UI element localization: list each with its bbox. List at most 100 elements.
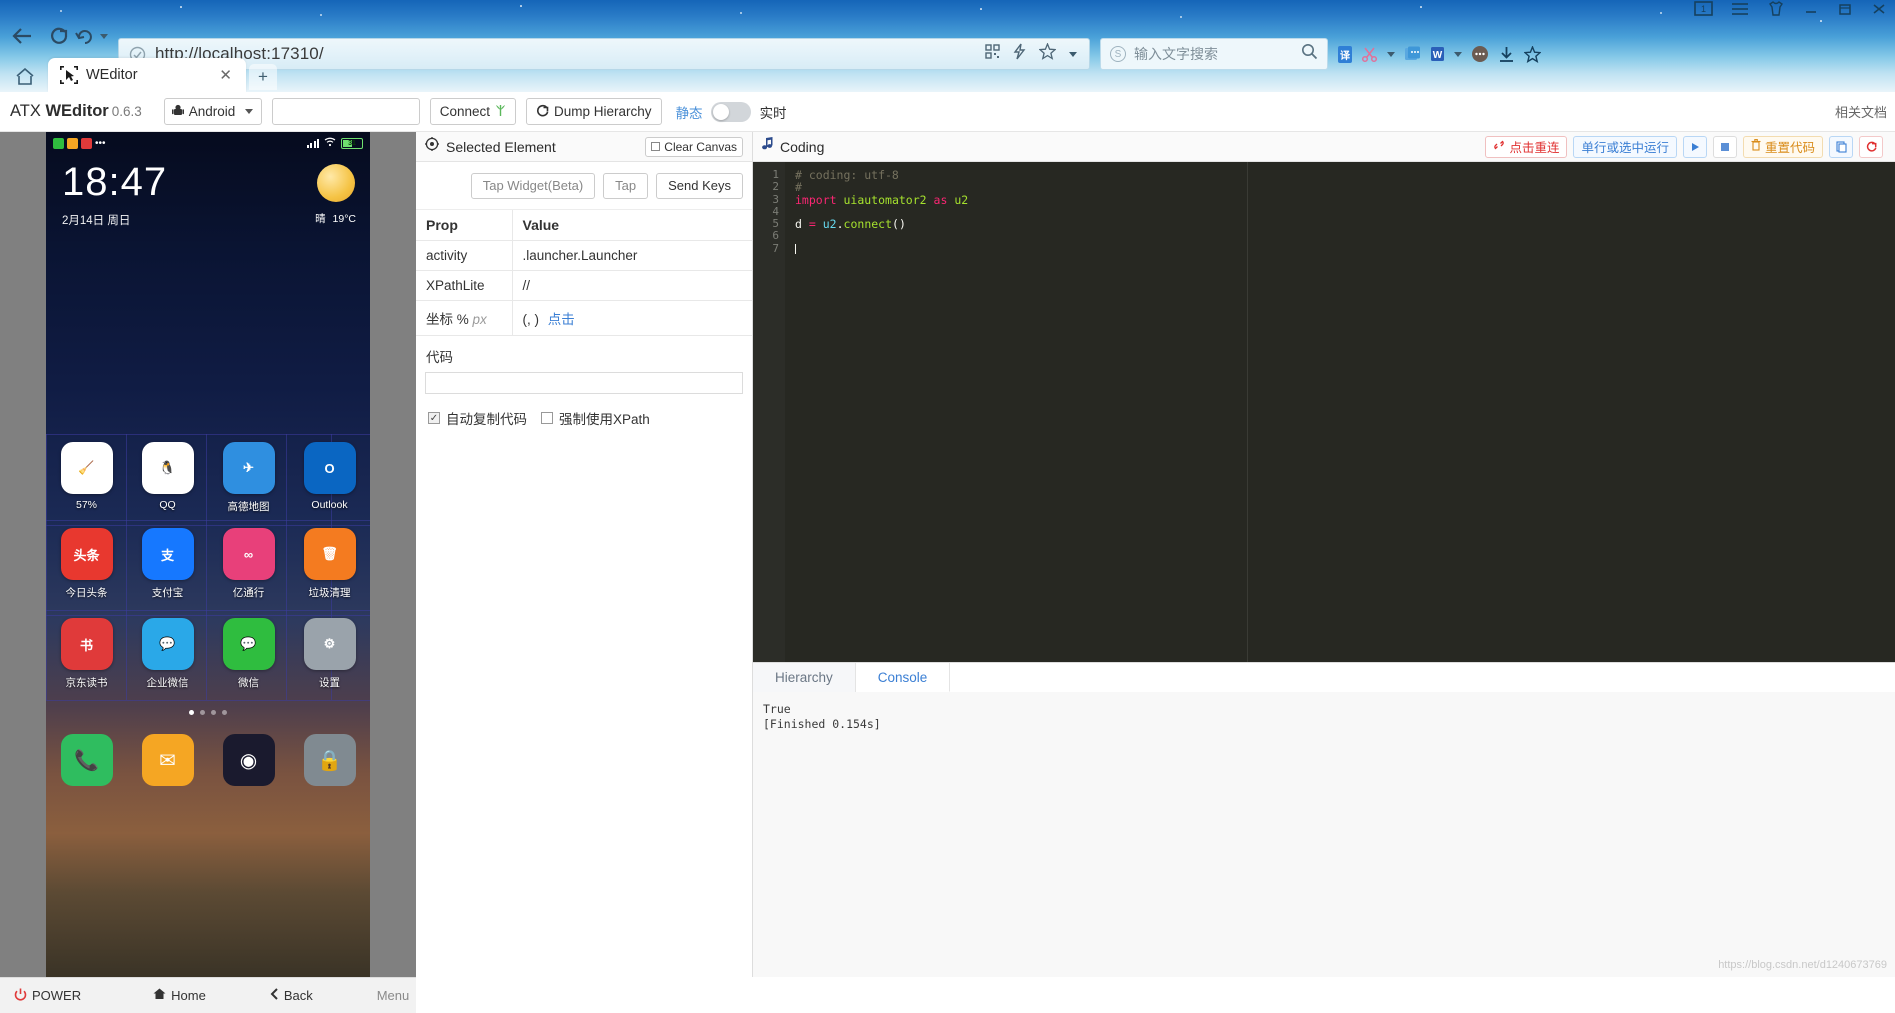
stop-icon[interactable] <box>1713 136 1737 158</box>
app-icon-label: 设置 <box>304 675 356 690</box>
live-mode-toggle[interactable] <box>711 102 751 122</box>
clock-time: 18:47 <box>62 162 167 202</box>
run-selection-button[interactable]: 单行或选中运行 <box>1573 136 1677 158</box>
clear-canvas-button[interactable]: Clear Canvas <box>645 137 743 157</box>
send-keys-button[interactable]: Send Keys <box>656 173 743 199</box>
home-button[interactable]: Home <box>153 988 206 1003</box>
code-line-1: # coding: utf-8 <box>795 168 899 182</box>
app-icon[interactable]: 💬微信 <box>223 618 275 690</box>
auto-copy-label: 自动复制代码 <box>446 408 527 428</box>
docs-link[interactable]: 相关文档 <box>1835 102 1887 121</box>
selection-line <box>46 700 370 701</box>
panel-title: Selected Element <box>446 139 556 155</box>
refresh-icon[interactable] <box>1859 136 1883 158</box>
checkbox-icon <box>651 142 660 151</box>
close-icon[interactable]: ✕ <box>213 66 238 84</box>
generated-code-box[interactable] <box>425 372 743 394</box>
weather-condition: 晴 <box>315 213 326 225</box>
tap-widget-button[interactable]: Tap Widget(Beta) <box>471 173 595 199</box>
app-toolbar: ATX WEditor0.6.3 Android Connect Dump Hi… <box>0 92 1895 132</box>
history-back-button[interactable] <box>74 18 108 54</box>
page-dot <box>200 710 205 715</box>
battery-text: 31 <box>342 140 362 147</box>
app-icon[interactable]: 头条今日头条 <box>61 528 113 600</box>
coding-title: Coding <box>780 139 824 155</box>
connect-button[interactable]: Connect <box>430 98 516 125</box>
messages-icon[interactable]: ✉ <box>142 734 194 786</box>
power-button[interactable]: POWER <box>14 988 81 1004</box>
app-icon[interactable]: OOutlook <box>304 442 356 514</box>
app-icon[interactable]: 支支付宝 <box>142 528 194 600</box>
line-number-gutter: 1234567 <box>753 162 785 662</box>
watermark: https://blog.csdn.net/d1240673769 <box>1718 959 1887 971</box>
code-content[interactable]: # coding: utf-8 # import uiautomator2 as… <box>785 162 1895 662</box>
app-icon-label: 垃圾清理 <box>304 585 356 600</box>
element-action-row: Tap Widget(Beta) Tap Send Keys <box>416 162 752 210</box>
home-icon <box>153 988 166 1003</box>
static-mode-label[interactable]: 静态 <box>676 102 703 122</box>
camera-icon[interactable]: ◉ <box>223 734 275 786</box>
code-editor[interactable]: 1234567 # coding: utf-8 # import uiautom… <box>753 162 1895 662</box>
page-dot <box>222 710 227 715</box>
coords-click-link[interactable]: 点击 <box>548 312 575 327</box>
main-area: ••• 31 18:47 2月14日 周日 <box>0 132 1895 1013</box>
phone-icon[interactable]: 📞 <box>61 734 113 786</box>
serial-input[interactable] <box>272 98 420 125</box>
platform-select[interactable]: Android <box>164 98 262 125</box>
app-row: 头条今日头条支支付宝 ∞亿通行 🗑 垃圾清理 <box>46 528 370 600</box>
app-icon[interactable]: ∞亿通行 <box>223 528 275 600</box>
signal-bars-icon <box>307 138 320 148</box>
new-tab-button[interactable]: + <box>249 64 277 90</box>
menu-button[interactable]: Menu <box>377 988 410 1003</box>
dump-hierarchy-button[interactable]: Dump Hierarchy <box>526 98 662 125</box>
tab-title: WEditor <box>86 67 138 83</box>
app-icon[interactable]: 🗑 垃圾清理 <box>304 528 356 600</box>
app-icon[interactable]: 🧹57% <box>61 442 113 514</box>
tab-console[interactable]: Console <box>856 663 951 692</box>
line-number: 2 <box>753 181 779 193</box>
app-icon-label: 京东读书 <box>61 675 113 690</box>
trash-icon <box>1751 139 1761 154</box>
reload-button[interactable] <box>42 18 76 54</box>
prop-xpathlite-key: XPathLite <box>416 271 512 301</box>
app-icon-label: Outlook <box>304 499 356 511</box>
browser-tab-weditor[interactable]: WEditor ✕ <box>48 58 246 92</box>
navigation-row: http://localhost:17310/ S 输入文字搜索 <box>0 18 1895 54</box>
device-clock: 18:47 2月14日 周日 <box>62 162 167 228</box>
tap-button[interactable]: Tap <box>603 173 648 199</box>
page-dot <box>211 710 216 715</box>
coords-label: 坐标 % <box>426 312 469 327</box>
reset-code-label: 重置代码 <box>1765 137 1815 156</box>
wifi-icon <box>324 134 336 152</box>
code-line-4 <box>795 206 1895 218</box>
force-xpath-checkbox[interactable] <box>541 412 553 424</box>
page-indicator <box>46 710 370 715</box>
home-icon[interactable] <box>12 64 38 90</box>
app-icon-label: 高德地图 <box>223 499 275 514</box>
app-icon[interactable]: 💬企业微信 <box>142 618 194 690</box>
app-icon-label: QQ <box>142 499 194 511</box>
app-icon[interactable]: ⚙设置 <box>304 618 356 690</box>
back-button[interactable] <box>6 18 40 54</box>
device-screen[interactable]: ••• 31 18:47 2月14日 周日 <box>46 132 370 977</box>
back-button[interactable]: Back <box>270 988 313 1003</box>
option-checkboxes: ✓ 自动复制代码 强制使用XPath <box>416 394 752 428</box>
app-row: 🧹57% 🐧QQ ✈高德地图 OOutlook <box>46 442 370 514</box>
page-dot <box>189 710 194 715</box>
tab-hierarchy[interactable]: Hierarchy <box>753 663 856 692</box>
lock-icon[interactable]: 🔒 <box>304 734 356 786</box>
app-icon[interactable]: 🐧QQ <box>142 442 194 514</box>
live-mode-label[interactable]: 实时 <box>760 102 787 122</box>
reconnect-label: 点击重连 <box>1509 137 1559 156</box>
app-icon-glyph: 🗑 <box>304 528 356 580</box>
prop-activity-value: .launcher.Launcher <box>512 241 752 271</box>
auto-copy-checkbox[interactable]: ✓ <box>428 412 440 424</box>
copy-icon[interactable] <box>1829 136 1853 158</box>
bottom-tabs: Hierarchy Console <box>753 662 1895 692</box>
app-icon[interactable]: ✈高德地图 <box>223 442 275 514</box>
reconnect-button[interactable]: 点击重连 <box>1485 136 1567 158</box>
app-icon[interactable]: 书京东读书 <box>61 618 113 690</box>
play-icon[interactable] <box>1683 136 1707 158</box>
refresh-icon <box>536 104 549 120</box>
reset-code-button[interactable]: 重置代码 <box>1743 136 1823 158</box>
